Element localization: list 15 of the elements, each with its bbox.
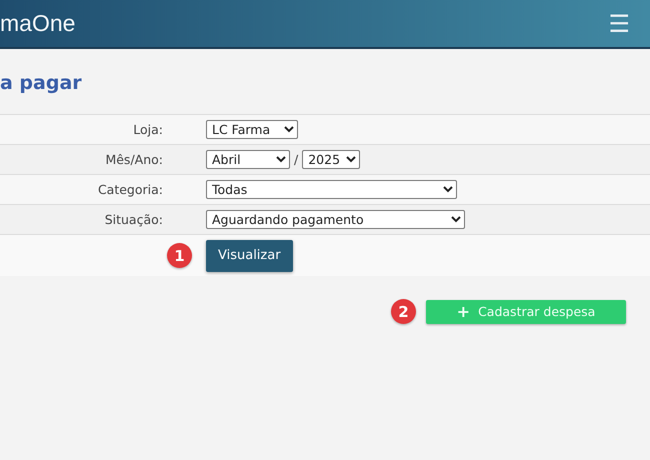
separator-text: / [294, 152, 298, 167]
app-logo: maOne [0, 10, 76, 37]
dropdown[interactable]: 2025 [302, 150, 360, 169]
field-label: Loja: [133, 122, 163, 137]
dropdown[interactable]: Aguardando pagamento [206, 210, 465, 229]
page-title: a pagar [0, 72, 83, 94]
field-label: Mês/Ano: [105, 152, 163, 167]
step-badge: 2 [391, 299, 416, 324]
dropdown[interactable]: LC Farma [206, 120, 298, 139]
dropdown[interactable]: Todas [206, 180, 457, 199]
field-label: Situação: [104, 212, 163, 227]
field-label: Categoria: [98, 182, 163, 197]
dropdown[interactable]: Abril [206, 150, 290, 169]
step-badge: 1 [167, 243, 192, 268]
view-button[interactable]: Visualizar [206, 240, 293, 272]
